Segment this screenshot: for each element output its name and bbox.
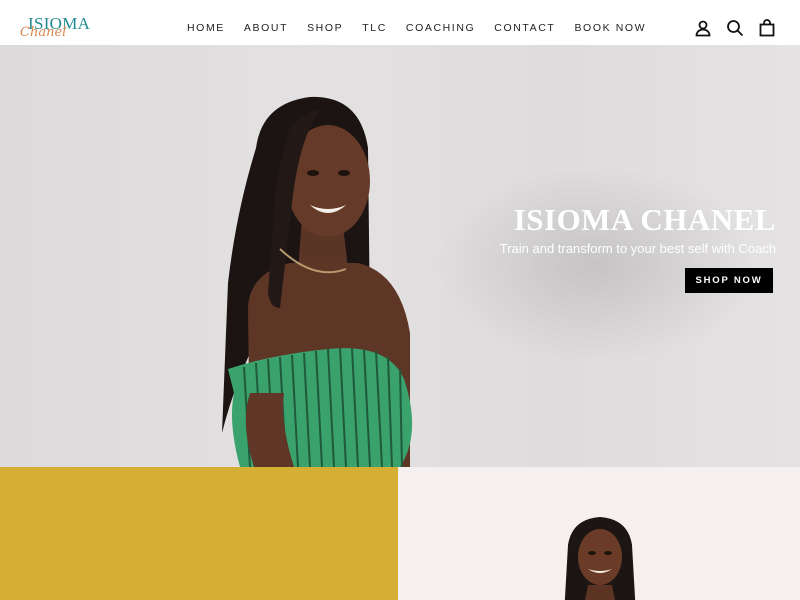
nav-book-now[interactable]: BOOK NOW — [574, 22, 646, 34]
nav-coaching[interactable]: COACHING — [406, 22, 475, 34]
hero-background-shadow — [430, 165, 760, 365]
hero-model-image — [222, 96, 413, 467]
yellow-feature-panel — [0, 467, 398, 600]
shop-now-button[interactable]: SHOP NOW — [685, 268, 773, 293]
feature-model-image — [564, 517, 636, 600]
nav-contact[interactable]: CONTACT — [494, 22, 555, 34]
site-logo[interactable]: ISIOMA Chanel — [20, 14, 90, 42]
logo-script-text: Chanel — [20, 25, 67, 40]
hero-title: ISIOMA CHANEL — [513, 202, 776, 237]
hero-subtitle: Train and transform to your best self wi… — [499, 241, 776, 256]
hero-banner: ISIOMA CHANEL Train and transform to you… — [0, 45, 800, 467]
site-header: ISIOMA Chanel HOME ABOUT SHOP TLC COACHI… — [0, 0, 800, 45]
nav-shop[interactable]: SHOP — [307, 22, 343, 34]
nav-tlc[interactable]: TLC — [362, 22, 387, 34]
account-icon[interactable] — [694, 19, 712, 37]
main-nav: HOME ABOUT SHOP TLC COACHING CONTACT BOO… — [187, 22, 646, 34]
nav-home[interactable]: HOME — [187, 22, 225, 34]
cart-icon[interactable] — [758, 19, 776, 37]
search-icon[interactable] — [726, 19, 744, 37]
pink-feature-panel — [398, 467, 800, 600]
header-icons — [694, 19, 776, 37]
nav-about[interactable]: ABOUT — [244, 22, 288, 34]
